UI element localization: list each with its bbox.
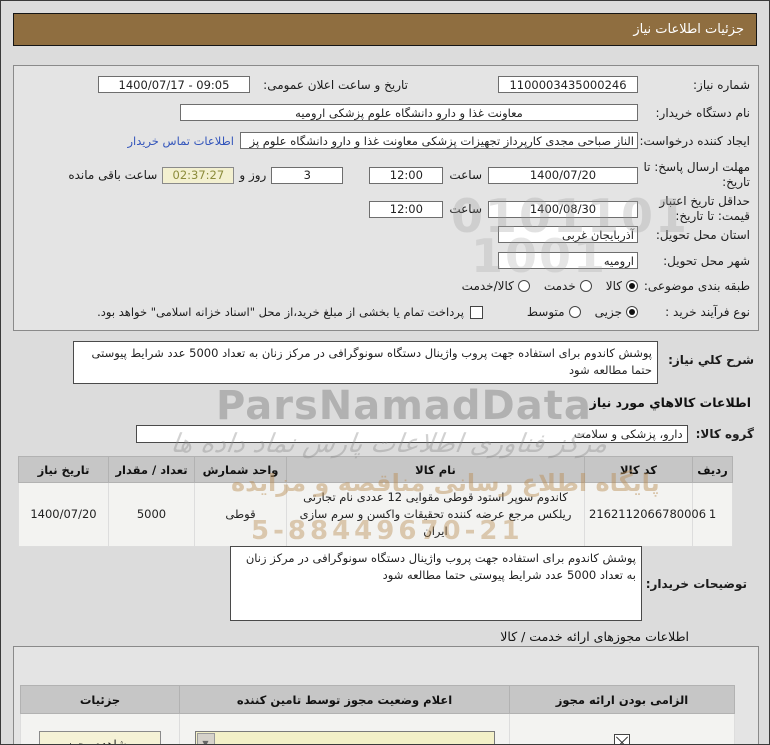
license-table: الزامی بودن ارائه مجوز اعلام وضعیت مجوز … [20, 685, 735, 745]
validity-hour-label: ساعت [449, 202, 482, 216]
buyer-org-label: نام دستگاه خریدار: [638, 106, 750, 120]
need-number-input[interactable]: 1100003435000246 [498, 76, 638, 93]
cell-need-date: 1400/07/20 [19, 483, 109, 547]
license-table-row: ▼ -- مشاهده مجوز [21, 714, 735, 745]
page-title: جزئیات اطلاعات نیاز [13, 13, 757, 46]
response-deadline-label: مهلت ارسال پاسخ: تا تاریخ: [638, 160, 750, 190]
buyer-org-row: نام دستگاه خریدار: معاونت غذا و دارو دان… [22, 104, 750, 121]
request-creator-input[interactable]: الناز صباحی مجدی کارپرداز تجهیزات پزشکی … [240, 132, 638, 149]
radio-goods-service-label: کالا/خدمت [462, 279, 514, 293]
cell-license-details: مشاهده مجوز [21, 714, 180, 745]
radio-partial-label: جزیی [595, 305, 622, 319]
col-need-date: تاریخ نیاز [19, 457, 109, 483]
need-number-row: شماره نیاز: 1100003435000246 تاریخ و ساع… [22, 76, 750, 93]
price-validity-label: حداقل تاریخ اعتبار قیمت: تا تاریخ: [638, 194, 750, 224]
buyer-notes-row: توضیحات خریدار: پوشش کاندوم برای استفاده… [230, 546, 747, 621]
col-row-number: ردیف [693, 457, 733, 483]
col-quantity: تعداد / مقدار [109, 457, 195, 483]
cell-goods-name: کاندوم سوپر استود قوطی مقوایی 12 عددی نا… [287, 483, 585, 547]
col-license-details: جزئیات [21, 686, 180, 714]
col-license-required: الزامی بودن ارائه مجوز [510, 686, 735, 714]
radio-service-label: خدمت [544, 279, 576, 293]
announce-datetime-input[interactable]: 1400/07/17 - 09:05 [98, 76, 250, 93]
col-goods-name: نام کالا [287, 457, 585, 483]
validity-date-input[interactable]: 1400/08/30 [488, 201, 638, 218]
province-row: استان محل تحویل: آذربایجان غربی [22, 226, 750, 243]
license-section-title: اطلاعات مجوزهای ارائه خدمت / کالا [500, 629, 689, 644]
days-suffix-label: روز و [239, 168, 266, 182]
license-table-header-row: الزامی بودن ارائه مجوز اعلام وضعیت مجوز … [21, 686, 735, 714]
buyer-org-input[interactable]: معاونت غذا و دارو دانشگاه علوم پزشکی ارو… [180, 104, 638, 121]
buyer-contact-link[interactable]: اطلاعات تماس خریدار [127, 134, 234, 148]
radio-partial[interactable] [626, 306, 638, 318]
price-validity-row: حداقل تاریخ اعتبار قیمت: تا تاریخ: 1400/… [22, 194, 750, 224]
request-creator-row: ایجاد کننده درخواست: الناز صباحی مجدی کا… [22, 132, 750, 149]
goods-group-row: گروه کالا: دارو، پزشکی و سلامت [136, 425, 754, 443]
announce-datetime-label: تاریخ و ساعت اعلان عمومی: [250, 78, 408, 92]
province-input[interactable]: آذربایجان غربی [498, 226, 638, 243]
buyer-notes-label: توضیحات خریدار: [647, 577, 747, 591]
goods-section-title: اطلاعات کالاهاي مورد نیاز [590, 395, 751, 410]
cell-quantity: 5000 [109, 483, 195, 547]
radio-goods[interactable] [626, 280, 638, 292]
license-status-value: -- [216, 737, 494, 745]
process-type-label: نوع فرآیند خرید : [638, 305, 750, 319]
deadline-time-input[interactable]: 12:00 [369, 167, 443, 184]
cell-count-unit: قوطی [195, 483, 287, 547]
subject-class-label: طبقه بندی موضوعی: [638, 279, 750, 293]
radio-goods-service[interactable] [518, 280, 530, 292]
treasury-payment-checkbox[interactable] [470, 306, 483, 319]
city-row: شهر محل تحویل: ارومیه [22, 252, 750, 269]
city-label: شهر محل تحویل: [638, 254, 750, 268]
watermark-parsnamaddata: ParsNamadData [216, 383, 592, 429]
need-info-panel: شماره نیاز: 1100003435000246 تاریخ و ساع… [13, 65, 759, 331]
need-description-box[interactable]: پوشش کاندوم برای استفاده جهت پروب واژینا… [73, 341, 658, 384]
col-goods-code: کد کالا [585, 457, 693, 483]
need-description-label: شرح کلي نیاز: [662, 353, 754, 367]
col-license-status: اعلام وضعیت مجوز توسط تامین کننده [180, 686, 510, 714]
city-input[interactable]: ارومیه [498, 252, 638, 269]
request-creator-label: ایجاد کننده درخواست: [638, 134, 750, 148]
col-count-unit: واحد شمارش [195, 457, 287, 483]
radio-medium[interactable] [569, 306, 581, 318]
license-status-dropdown[interactable]: ▼ -- [195, 731, 495, 745]
subject-class-row: طبقه بندی موضوعی: کالا خدمت کالا/خدمت [22, 279, 750, 293]
countdown-suffix-label: ساعت باقی مانده [68, 168, 157, 182]
cell-license-required [510, 714, 735, 745]
need-description-row: شرح کلي نیاز: پوشش کاندوم برای استفاده ج… [11, 341, 754, 384]
need-number-label: شماره نیاز: [638, 78, 750, 92]
cell-license-status: ▼ -- [180, 714, 510, 745]
need-details-screen: جزئیات اطلاعات نیاز شماره نیاز: 11000034… [0, 0, 770, 745]
deadline-date-input[interactable]: 1400/07/20 [488, 167, 638, 184]
process-type-row: نوع فرآیند خرید : جزیی متوسط پرداخت تمام… [22, 305, 750, 319]
province-label: استان محل تحویل: [638, 228, 750, 242]
validity-time-input[interactable]: 12:00 [369, 201, 443, 218]
goods-table: ردیف کد کالا نام کالا واحد شمارش تعداد /… [18, 456, 733, 547]
buyer-notes-box[interactable]: پوشش کاندوم برای استفاده جهت پروب واژینا… [230, 546, 642, 621]
radio-goods-label: کالا [606, 279, 622, 293]
treasury-payment-label: پرداخت تمام یا بخشی از مبلغ خرید،از محل … [97, 305, 464, 319]
cell-goods-code: 2162112066780006 [585, 483, 693, 547]
radio-medium-label: متوسط [527, 305, 565, 319]
goods-table-row: 1 2162112066780006 کاندوم سوپر استود قوط… [19, 483, 733, 547]
goods-group-label: گروه کالا: [696, 427, 754, 441]
license-panel: الزامی بودن ارائه مجوز اعلام وضعیت مجوز … [13, 646, 759, 745]
days-remaining-input: 3 [271, 167, 343, 184]
countdown-timer: 02:37:27 [162, 167, 234, 184]
radio-service[interactable] [580, 280, 592, 292]
license-required-checkbox[interactable] [614, 734, 630, 745]
goods-group-input[interactable]: دارو، پزشکی و سلامت [136, 425, 688, 443]
response-deadline-row: مهلت ارسال پاسخ: تا تاریخ: 1400/07/20 سا… [22, 160, 750, 190]
dropdown-arrow-icon[interactable]: ▼ [197, 733, 215, 745]
goods-table-header-row: ردیف کد کالا نام کالا واحد شمارش تعداد /… [19, 457, 733, 483]
view-license-button[interactable]: مشاهده مجوز [39, 731, 161, 745]
deadline-hour-label: ساعت [449, 168, 482, 182]
